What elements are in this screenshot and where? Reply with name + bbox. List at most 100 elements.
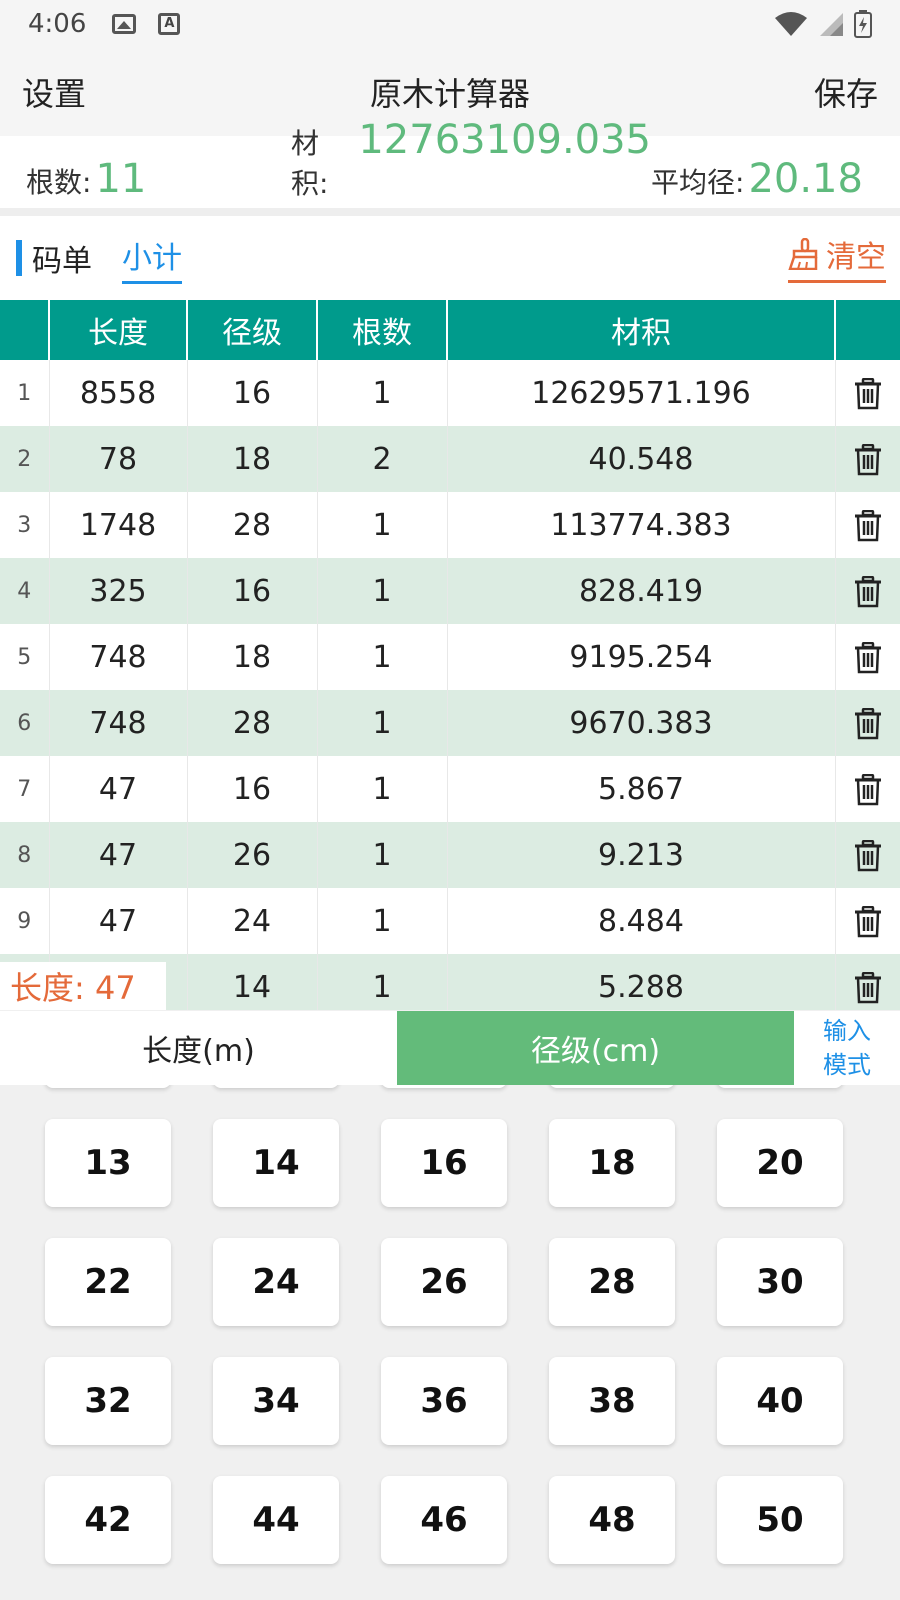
key-32[interactable]: 32 bbox=[45, 1357, 171, 1445]
key-hidden-0[interactable] bbox=[45, 1085, 171, 1088]
table-header: 长度 径级 根数 材积 bbox=[0, 300, 900, 360]
summary-count: 根数: 11 bbox=[26, 156, 291, 202]
row-length: 1748 bbox=[49, 492, 188, 558]
delete-row-button[interactable] bbox=[835, 822, 900, 888]
delete-row-button[interactable] bbox=[835, 426, 900, 492]
row-length: 748 bbox=[49, 690, 188, 756]
status-time: 4:06 bbox=[28, 9, 87, 39]
row-index: 2 bbox=[0, 426, 50, 492]
row-length: 8558 bbox=[49, 360, 188, 426]
row-volume: 828.419 bbox=[447, 558, 836, 624]
trash-icon bbox=[854, 774, 881, 806]
row-diameter: 14 bbox=[187, 954, 318, 1010]
key-18[interactable]: 18 bbox=[549, 1119, 675, 1207]
key-26[interactable]: 26 bbox=[381, 1238, 507, 1326]
header-diameter: 径级 bbox=[187, 300, 318, 360]
key-38[interactable]: 38 bbox=[549, 1357, 675, 1445]
row-length: 47 bbox=[49, 822, 188, 888]
row-count: 1 bbox=[317, 690, 448, 756]
row-index: 6 bbox=[0, 690, 50, 756]
trash-icon bbox=[854, 906, 881, 938]
row-diameter: 26 bbox=[187, 822, 318, 888]
key-16[interactable]: 16 bbox=[381, 1119, 507, 1207]
clear-button[interactable]: 清空 bbox=[788, 232, 886, 283]
tab-marker bbox=[16, 240, 22, 276]
delete-row-button[interactable] bbox=[835, 360, 900, 426]
delete-row-button[interactable] bbox=[835, 492, 900, 558]
key-22[interactable]: 22 bbox=[45, 1238, 171, 1326]
trash-icon bbox=[854, 444, 881, 476]
trash-icon bbox=[854, 642, 881, 674]
row-count: 1 bbox=[317, 822, 448, 888]
tab-tally[interactable]: 码单 bbox=[32, 236, 92, 280]
table-row: 6 748 28 1 9670.383 bbox=[0, 690, 900, 756]
key-42[interactable]: 42 bbox=[45, 1476, 171, 1564]
mode-bar: 长度(m) 径级(cm) 输入 模式 bbox=[0, 1011, 900, 1085]
header-action bbox=[835, 300, 900, 360]
row-diameter: 18 bbox=[187, 624, 318, 690]
key-20[interactable]: 20 bbox=[717, 1119, 843, 1207]
status-bar: 4:06 A bbox=[0, 0, 900, 48]
table-row: 4 325 16 1 828.419 bbox=[0, 558, 900, 624]
summary-volume: 材积: 12763109.035 bbox=[291, 117, 651, 202]
key-hidden-2[interactable] bbox=[381, 1085, 507, 1088]
key-30[interactable]: 30 bbox=[717, 1238, 843, 1326]
delete-row-button[interactable] bbox=[835, 558, 900, 624]
delete-row-button[interactable] bbox=[835, 624, 900, 690]
table-row: 2 78 18 2 40.548 bbox=[0, 426, 900, 492]
header-count: 根数 bbox=[317, 300, 448, 360]
table-row: 8 47 26 1 9.213 bbox=[0, 822, 900, 888]
delete-row-button[interactable] bbox=[835, 690, 900, 756]
row-volume: 9.213 bbox=[447, 822, 836, 888]
key-28[interactable]: 28 bbox=[549, 1238, 675, 1326]
key-44[interactable]: 44 bbox=[213, 1476, 339, 1564]
row-volume: 8.484 bbox=[447, 888, 836, 954]
table-row: 5 748 18 1 9195.254 bbox=[0, 624, 900, 690]
row-index: 8 bbox=[0, 822, 50, 888]
key-hidden-4[interactable] bbox=[717, 1085, 843, 1088]
row-diameter: 28 bbox=[187, 492, 318, 558]
header-volume: 材积 bbox=[447, 300, 836, 360]
tab-subtotal[interactable]: 小计 bbox=[122, 233, 182, 284]
key-40[interactable]: 40 bbox=[717, 1357, 843, 1445]
row-length: 47 bbox=[49, 888, 188, 954]
key-hidden-1[interactable] bbox=[213, 1085, 339, 1088]
save-button[interactable]: 保存 bbox=[814, 69, 878, 115]
page-title: 原木计算器 bbox=[369, 75, 530, 113]
diameter-mode-button[interactable]: 径级(cm) bbox=[397, 1011, 794, 1085]
delete-row-button[interactable] bbox=[835, 954, 900, 1010]
row-length: 47 bbox=[49, 756, 188, 822]
delete-row-button[interactable] bbox=[835, 888, 900, 954]
trash-icon bbox=[854, 972, 881, 1004]
key-24[interactable]: 24 bbox=[213, 1238, 339, 1326]
input-mode-button[interactable]: 输入 模式 bbox=[794, 1011, 900, 1085]
delete-row-button[interactable] bbox=[835, 756, 900, 822]
row-diameter: 18 bbox=[187, 426, 318, 492]
row-volume: 40.548 bbox=[447, 426, 836, 492]
row-diameter: 16 bbox=[187, 756, 318, 822]
wifi-icon bbox=[775, 12, 807, 36]
trash-icon bbox=[854, 510, 881, 542]
table-row: 9 47 24 1 8.484 bbox=[0, 888, 900, 954]
row-index: 7 bbox=[0, 756, 50, 822]
row-count: 1 bbox=[317, 888, 448, 954]
row-length: 78 bbox=[49, 426, 188, 492]
trash-icon bbox=[854, 708, 881, 740]
trash-icon bbox=[854, 840, 881, 872]
key-34[interactable]: 34 bbox=[213, 1357, 339, 1445]
key-48[interactable]: 48 bbox=[549, 1476, 675, 1564]
row-count: 1 bbox=[317, 492, 448, 558]
avg-value: 20.18 bbox=[748, 156, 863, 202]
settings-button[interactable]: 设置 bbox=[22, 69, 86, 115]
key-50[interactable]: 50 bbox=[717, 1476, 843, 1564]
key-36[interactable]: 36 bbox=[381, 1357, 507, 1445]
length-mode-button[interactable]: 长度(m) bbox=[0, 1011, 397, 1085]
count-label: 根数: bbox=[26, 166, 92, 199]
row-volume: 5.867 bbox=[447, 756, 836, 822]
row-index: 1 bbox=[0, 360, 50, 426]
row-volume: 113774.383 bbox=[447, 492, 836, 558]
key-14[interactable]: 14 bbox=[213, 1119, 339, 1207]
key-46[interactable]: 46 bbox=[381, 1476, 507, 1564]
key-hidden-3[interactable] bbox=[549, 1085, 675, 1088]
key-13[interactable]: 13 bbox=[45, 1119, 171, 1207]
